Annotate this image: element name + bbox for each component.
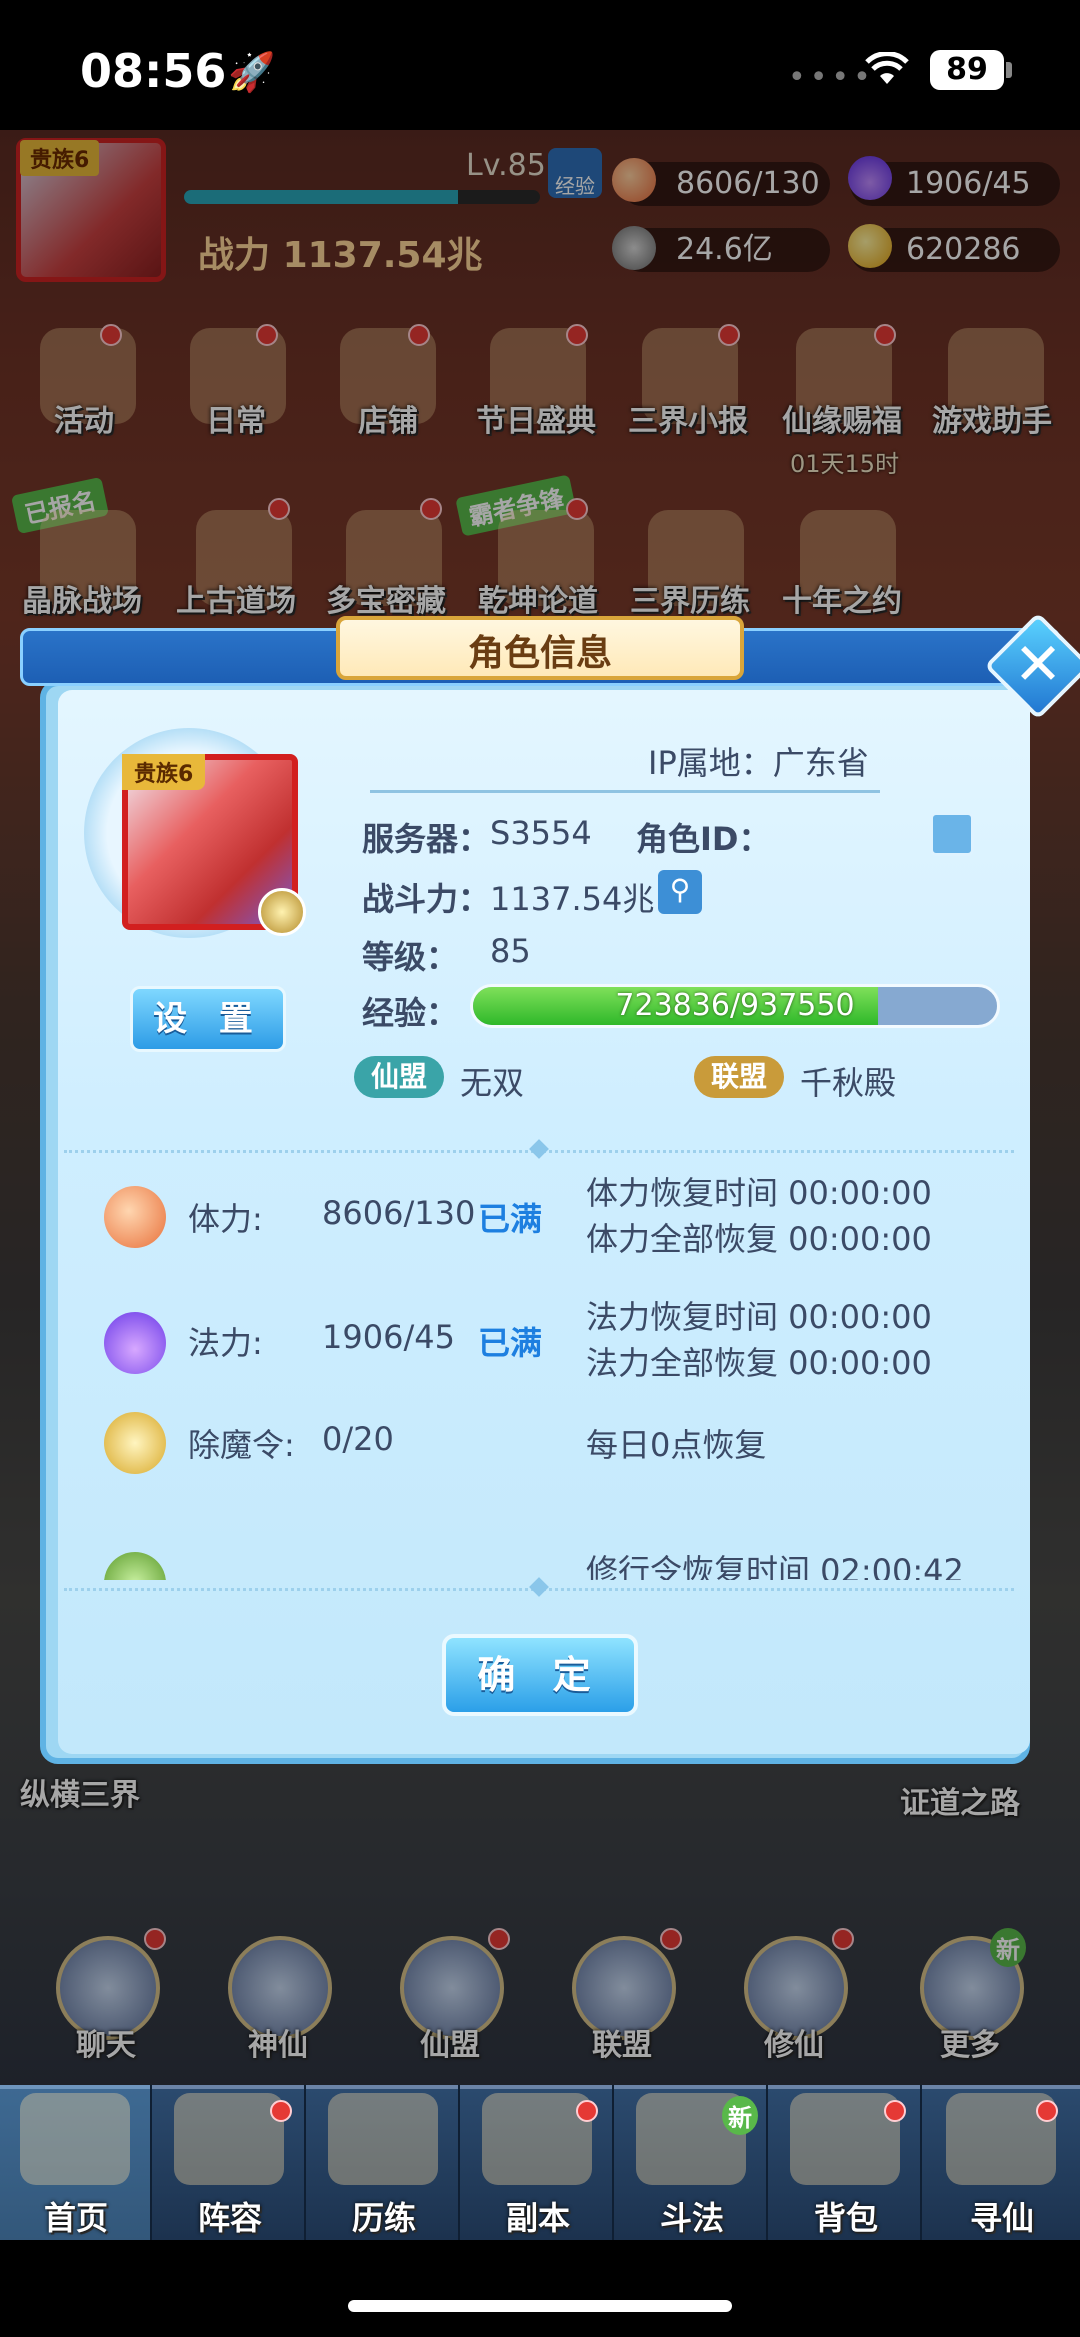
nav-dungeon-label: 副本	[506, 2199, 571, 2237]
rocket-icon: 🚀	[228, 50, 276, 94]
stat-info: 体力全部恢复 00:00:00	[586, 1220, 932, 1258]
alliance-value: 千秋殿	[800, 1064, 897, 1102]
stat-value: 0/20	[322, 1420, 394, 1458]
wifi-icon	[865, 52, 909, 84]
exp-bar-text: 723836/937550	[615, 988, 855, 1023]
battery-indicator: 89	[930, 50, 1004, 90]
stat-label: 法力:	[188, 1324, 263, 1362]
stat-info: 体力恢复时间 00:00:00	[586, 1174, 932, 1212]
stats-list[interactable]: 体力: 8606/130 已满 体力恢复时间 00:00:00 体力全部恢复 0…	[58, 1156, 1018, 1580]
dialog-title: 角色信息	[467, 633, 612, 674]
stat-status: 已满	[478, 1324, 543, 1362]
new-tag: 新	[722, 2096, 758, 2135]
ip-value: 广东省	[772, 744, 869, 782]
nav-trial[interactable]: 历练	[308, 2085, 460, 2240]
stat-info: 法力恢复时间 00:00:00	[586, 1298, 932, 1336]
power-value: 1137.54兆	[490, 880, 655, 918]
level-label: 等级：	[362, 938, 459, 976]
home-indicator[interactable]	[348, 2300, 732, 2312]
stat-info: 法力全部恢复 00:00:00	[586, 1344, 932, 1382]
signal-dots-icon: ••••	[788, 60, 875, 95]
notification-dot	[884, 2100, 906, 2122]
nav-bag-label: 背包	[814, 2199, 879, 2237]
sect-value: 无双	[460, 1064, 525, 1102]
stat-value: 1906/45	[322, 1318, 455, 1356]
nav-seek-label: 寻仙	[970, 2199, 1035, 2237]
medal-icon	[258, 888, 306, 936]
level-value: 85	[490, 932, 531, 970]
alliance-pill: 联盟	[694, 1056, 784, 1098]
peach-icon	[104, 1186, 166, 1248]
search-icon[interactable]: ⚲	[658, 870, 702, 914]
profile-rank-badge: 贵族6	[122, 754, 206, 790]
stat-info: 修行令恢复时间 02:00:42	[586, 1552, 964, 1580]
stat-label: 体力:	[188, 1200, 263, 1238]
nav-duel-label: 斗法	[660, 2199, 725, 2237]
copy-icon[interactable]	[930, 812, 974, 856]
stat-label: 除魔令:	[188, 1426, 295, 1464]
flame-icon	[104, 1312, 166, 1374]
token-icon	[104, 1412, 166, 1474]
stat-info: 每日0点恢复	[586, 1426, 767, 1464]
notification-dot	[576, 2100, 598, 2122]
role-id-label: 角色ID：	[636, 820, 771, 858]
exp-label: 经验：	[362, 994, 459, 1032]
home-icon	[20, 2093, 130, 2185]
confirm-button[interactable]: 确 定	[442, 1634, 638, 1716]
ip-location: IP属地：广东省	[648, 738, 869, 784]
stat-value: 8606/130	[322, 1194, 476, 1232]
status-time: 08:56	[80, 44, 227, 98]
scroll-icon	[104, 1552, 166, 1580]
nav-lineup-label: 阵容	[198, 2199, 263, 2237]
nav-home-label: 首页	[44, 2199, 109, 2237]
battery-tip	[1006, 62, 1012, 78]
sect-pill: 仙盟	[354, 1056, 444, 1098]
nav-home[interactable]: 首页	[0, 2085, 152, 2240]
notification-dot	[1036, 2100, 1058, 2122]
ip-label: IP属地：	[648, 744, 773, 782]
trial-icon	[328, 2093, 438, 2185]
divider	[370, 790, 880, 793]
server-label: 服务器：	[362, 820, 491, 858]
notification-dot	[270, 2100, 292, 2122]
home-indicator-area	[0, 2240, 1080, 2337]
settings-button[interactable]: 设 置	[130, 986, 286, 1052]
lineup-icon	[174, 2093, 284, 2185]
close-icon[interactable]: ✕	[1000, 628, 1076, 704]
stat-status: 已满	[478, 1200, 543, 1238]
server-value: S3554	[490, 814, 592, 852]
nav-trial-label: 历练	[352, 2199, 417, 2237]
power-label: 战斗力：	[362, 880, 491, 918]
